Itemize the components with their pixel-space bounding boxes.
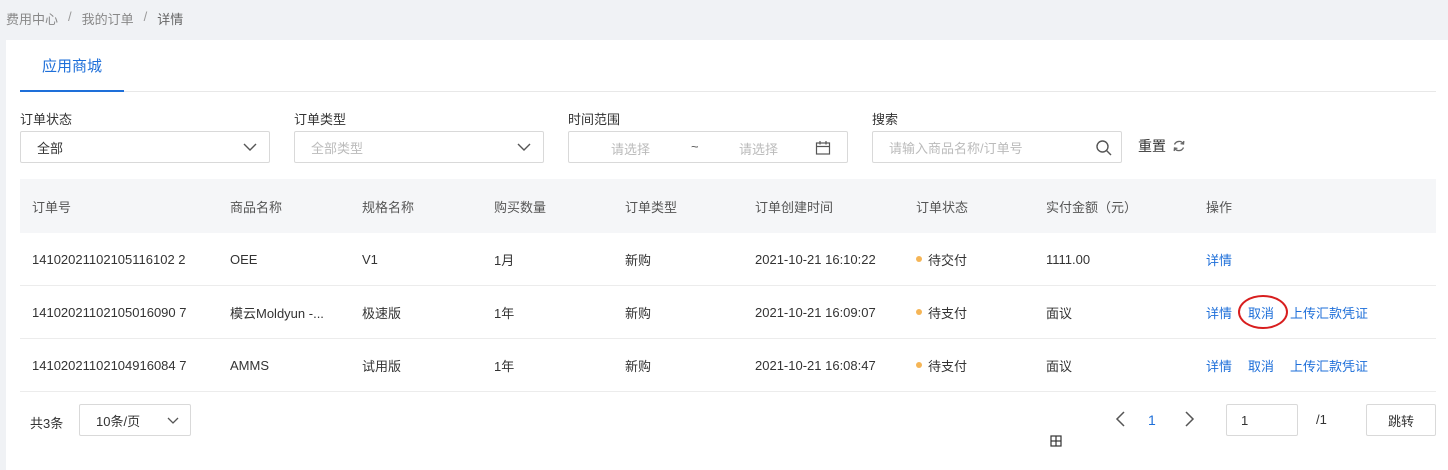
cancel-link[interactable]: 取消 — [1238, 294, 1289, 329]
product-name: AMMS — [230, 357, 269, 373]
status-dot-icon — [916, 309, 922, 315]
start-date-placeholder[interactable]: 请选择 — [611, 139, 650, 158]
total-count: 共3条 — [30, 416, 64, 431]
breadcrumb-item-fee-center[interactable]: 费用中心 — [6, 9, 58, 28]
header-quantity: 购买数量 — [494, 199, 547, 215]
order-status-text: 待支付 — [928, 305, 968, 321]
created-time: 2021-10-21 16:08:47 — [755, 357, 876, 373]
header-order-type: 订单类型 — [625, 199, 678, 215]
prev-page-button[interactable] — [1110, 408, 1132, 430]
order-status: 待支付 — [916, 339, 967, 391]
type-select[interactable]: 全部类型 — [294, 131, 544, 163]
header-actions: 操作 — [1206, 199, 1233, 215]
time-filter-label: 时间范围 — [568, 112, 621, 127]
orders-table: 订单号 商品名称 规格名称 购买数量 订单类型 订单创建时间 订单状态 实付金额… — [20, 179, 1436, 392]
paid-amount: 面议 — [1046, 358, 1073, 374]
order-status: 待交付 — [916, 233, 967, 285]
status-select[interactable]: 全部 — [20, 131, 270, 163]
chevron-down-icon — [517, 143, 531, 151]
table-row: 14102021102105016090 7 模云Moldyun -... 极速… — [20, 286, 1436, 339]
header-created-time: 订单创建时间 — [755, 199, 834, 215]
refresh-icon — [1173, 140, 1185, 152]
detail-link[interactable]: 详情 — [1206, 356, 1232, 375]
total-pages: /1 — [1316, 412, 1327, 427]
status-select-value: 全部 — [37, 140, 64, 156]
table-row: 14102021102105116102 2 OEE V1 1月 新购 2021… — [20, 233, 1436, 286]
row-actions: 详情 取消 上传汇款凭证 — [1206, 286, 1384, 338]
tab-bar: 应用商城 — [20, 40, 1436, 92]
order-status-text: 待支付 — [928, 358, 968, 374]
date-range-picker[interactable]: 请选择 ~ 请选择 — [568, 131, 848, 163]
order-type: 新购 — [625, 358, 652, 374]
order-type: 新购 — [625, 305, 652, 321]
breadcrumb-item-detail: 详情 — [157, 12, 184, 27]
header-product-name: 商品名称 — [230, 199, 283, 215]
type-filter-label: 订单类型 — [294, 112, 347, 127]
search-filter-label: 搜索 — [872, 112, 899, 127]
search-input[interactable]: 请输入商品名称/订单号 — [872, 131, 1122, 163]
header-paid-amount: 实付金额（元） — [1046, 199, 1138, 215]
header-order-no: 订单号 — [32, 199, 72, 215]
jump-button[interactable]: 跳转 — [1366, 404, 1436, 436]
breadcrumb-separator: / — [143, 9, 148, 24]
row-actions: 详情 — [1206, 233, 1248, 285]
order-no: 14102021102105116102 2 — [32, 251, 186, 267]
detail-link[interactable]: 详情 — [1206, 303, 1232, 322]
cancel-link[interactable]: 取消 — [1248, 356, 1274, 375]
date-range-separator: ~ — [691, 139, 699, 154]
type-select-placeholder: 全部类型 — [311, 140, 364, 156]
quantity: 1年 — [494, 358, 515, 374]
breadcrumb: 费用中心 / 我的订单 / 详情 — [6, 9, 183, 28]
paid-amount: 面议 — [1046, 305, 1073, 321]
table-row: 14102021102104916084 7 AMMS 试用版 1年 新购 20… — [20, 339, 1436, 392]
upload-remittance-link[interactable]: 上传汇款凭证 — [1290, 303, 1368, 322]
quantity: 1年 — [494, 305, 515, 321]
page-size-select[interactable]: 10条/页 — [79, 404, 191, 436]
quantity: 1月 — [494, 252, 515, 268]
order-status-text: 待交付 — [928, 252, 968, 268]
order-status: 待支付 — [916, 286, 967, 338]
created-time: 2021-10-21 16:10:22 — [755, 251, 876, 267]
page-size-value: 10条/页 — [96, 413, 141, 429]
spec-name: V1 — [362, 251, 378, 267]
chevron-down-icon — [167, 417, 179, 424]
table-header: 订单号 商品名称 规格名称 购买数量 订单类型 订单创建时间 订单状态 实付金额… — [20, 179, 1436, 233]
calendar-icon — [815, 141, 831, 155]
row-actions: 详情 取消 上传汇款凭证 — [1206, 339, 1384, 391]
tab-app-mall[interactable]: 应用商城 — [20, 40, 124, 92]
status-dot-icon — [916, 362, 922, 368]
created-time: 2021-10-21 16:09:07 — [755, 304, 876, 320]
upload-remittance-link[interactable]: 上传汇款凭证 — [1290, 356, 1368, 375]
jump-page-input[interactable]: 1 — [1226, 404, 1298, 436]
spec-name: 试用版 — [362, 358, 402, 374]
product-name: 模云Moldyun -... — [230, 305, 324, 321]
reset-button[interactable]: 重置 — [1138, 136, 1186, 156]
header-order-status: 订单状态 — [916, 199, 969, 215]
product-name: OEE — [230, 251, 258, 267]
breadcrumb-separator: / — [68, 9, 72, 24]
order-no: 14102021102104916084 7 — [32, 357, 187, 373]
next-page-button[interactable] — [1178, 408, 1200, 430]
grid-icon — [1050, 435, 1062, 447]
chevron-down-icon — [243, 143, 257, 151]
status-dot-icon — [916, 256, 922, 262]
current-page[interactable]: 1 — [1148, 412, 1156, 428]
order-type: 新购 — [625, 252, 652, 268]
paid-amount: 1111.00 — [1046, 251, 1091, 267]
search-icon[interactable] — [1095, 139, 1113, 157]
breadcrumb-item-my-orders[interactable]: 我的订单 — [82, 9, 134, 28]
orders-panel: 应用商城 订单状态 全部 订单类型 全部类型 时间范围 请选择 ~ 请选择 搜索… — [6, 40, 1448, 470]
detail-link[interactable]: 详情 — [1206, 250, 1232, 269]
search-input-placeholder: 请输入商品名称/订单号 — [889, 140, 1023, 156]
header-spec-name: 规格名称 — [362, 199, 415, 215]
spec-name: 极速版 — [362, 305, 402, 321]
reset-label: 重置 — [1138, 138, 1166, 154]
order-no: 14102021102105016090 7 — [32, 304, 187, 320]
end-date-placeholder[interactable]: 请选择 — [739, 139, 778, 158]
status-filter-label: 订单状态 — [20, 112, 73, 127]
